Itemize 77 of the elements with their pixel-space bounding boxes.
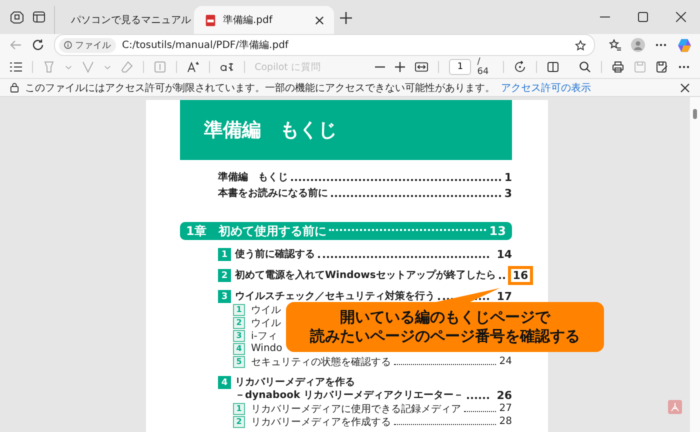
rotate-icon[interactable] [514,61,526,73]
subsection-number: 1 [233,402,245,414]
profile-avatar-icon[interactable] [631,38,645,52]
chapter-number: 1章 [186,222,206,240]
page-number: 28 [499,416,512,427]
fit-width-icon[interactable] [415,62,428,72]
subsection-title[interactable]: i-フィ [251,328,278,342]
chapter-title: 初めて使用する前に [218,222,326,240]
callout-text: 読みたいページのページ番号を確認する [310,327,580,346]
subsection-title[interactable]: セキュリティの状態を確認する [251,354,391,368]
page-number: 27 [499,403,512,414]
page-number: 24 [499,356,512,367]
page-number: 17 [496,289,513,305]
page-number: 14 [496,247,513,263]
copilot-icon[interactable] [677,38,692,52]
pdf-logo-icon [668,400,682,414]
subsection-title[interactable]: Windo [251,343,282,354]
chapter-page: 13 [489,224,506,238]
toc-entry[interactable]: 本書をお読みになる前に [218,186,328,200]
favorites-icon[interactable] [609,39,621,51]
maximize-icon[interactable] [638,12,648,22]
callout-text: 開いている編のもくじページで [340,308,550,327]
info-message: このファイルにはアクセス許可が制限されています。一部の機能にアクセスできない可能性があります。 [25,82,495,94]
subsection-title[interactable]: リカバリーメディアに使用できる記録メディア [251,402,461,416]
new-tab-icon[interactable] [340,12,352,24]
address-field[interactable]: ファイル C:/tosutils/manual/PDF/準備編.pdf [54,34,595,56]
info-icon [64,41,72,49]
zoom-in-icon[interactable] [395,62,406,72]
more-icon[interactable] [678,65,690,69]
section-number: 4 [218,376,231,389]
close-icon[interactable] [676,12,686,22]
contents-list-icon[interactable] [10,62,22,72]
address-url: C:/tosutils/manual/PDF/準備編.pdf [122,39,288,52]
page-number: 3 [504,187,512,200]
pdf-file-icon [204,14,217,26]
section-title[interactable]: 使う前に確認する [235,248,315,261]
read-aloud-icon[interactable] [186,61,199,73]
more-icon[interactable] [655,43,667,47]
search-icon[interactable] [579,61,592,73]
lock-icon [10,82,19,93]
translate-icon[interactable] [220,62,234,72]
permissions-link[interactable]: アクセス許可の表示 [501,80,591,94]
refresh-icon[interactable] [32,39,44,51]
save-as-icon[interactable] [656,61,668,73]
section-title[interactable]: －dynabook リカバリーメディアクリエーター－ [235,389,464,402]
subsection-number: 1 [233,304,245,316]
close-icon[interactable] [680,82,690,92]
browser-tab[interactable]: 準備編.pdf [194,6,334,34]
tab-actions-icon[interactable] [32,10,46,24]
subsection-title[interactable]: ウイル [251,302,281,316]
section-number: 2 [218,269,231,282]
page-count: / 64 [477,57,490,77]
section-title[interactable]: 初めて電源を入れてWindowsセットアップが終了したら [235,269,496,282]
subsection-title[interactable]: リカバリーメディアを作成する [251,414,391,428]
section-title[interactable]: ウイルスチェック／セキュリティ対策を行う [235,290,435,303]
subsection-number: 2 [233,316,245,328]
subsection-title[interactable]: ウイル [251,316,281,330]
page-number-field[interactable]: 1 [449,59,472,75]
subsection-number: 2 [233,416,245,428]
page-view-icon[interactable] [547,61,560,73]
favorite-star-icon[interactable] [575,40,586,50]
page-number: 16 [508,266,534,285]
close-icon[interactable] [315,16,324,24]
toc-entry[interactable]: 準備編 もくじ [218,170,288,184]
file-chip[interactable]: ファイル [59,38,116,52]
print-icon[interactable] [612,61,624,73]
section-title[interactable]: リカバリーメディアを作る [235,376,464,389]
subsection-number: 5 [233,356,245,368]
workspaces-icon[interactable] [10,10,24,24]
subsection-number: 4 [233,342,245,354]
page-number: 26 [496,388,513,404]
subsection-number: 3 [233,330,245,342]
section-number: 1 [218,248,231,261]
document-title: 準備編 もくじ [204,118,337,143]
section-number: 3 [218,290,231,303]
page-number: 1 [504,171,512,184]
scrollbar[interactable] [690,97,700,432]
